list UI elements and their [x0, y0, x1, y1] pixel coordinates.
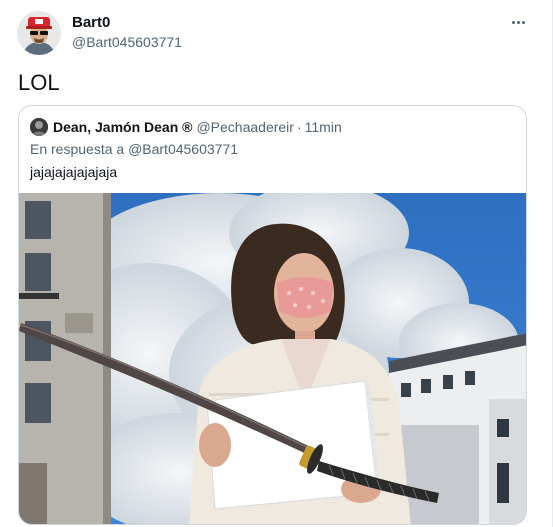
- separator-dot: ·: [296, 119, 302, 135]
- dot: [511, 20, 515, 24]
- quoted-tweet-header: Dean, Jamón Dean ® @Pechaadereir · 11min: [30, 118, 342, 136]
- quoted-tweet-text: jajajajajajajaja: [30, 164, 118, 180]
- author-avatar[interactable]: [17, 11, 61, 55]
- quoted-tweet[interactable]: Dean, Jamón Dean ® @Pechaadereir · 11min…: [18, 105, 527, 525]
- quoted-author-handle[interactable]: @Pechaadereir: [196, 119, 294, 135]
- reply-handle[interactable]: @Bart045603771: [128, 141, 238, 157]
- reply-prefix: En respuesta a: [30, 141, 125, 157]
- quoted-author-name[interactable]: Dean, Jamón Dean ®: [53, 119, 192, 135]
- dot: [516, 20, 520, 24]
- more-horizontal-icon[interactable]: [506, 12, 530, 32]
- quoted-author-avatar[interactable]: [30, 118, 48, 136]
- quoted-tweet-time[interactable]: 11min: [305, 119, 342, 135]
- tweet-card[interactable]: Bart0 @Bart045603771 LOL Dean, Jamón Dea…: [0, 0, 553, 527]
- dot: [521, 20, 525, 24]
- tweet-text: LOL: [18, 70, 60, 95]
- reply-context: En respuesta a @Bart045603771: [30, 140, 238, 158]
- author-name[interactable]: Bart0: [72, 14, 110, 32]
- quoted-tweet-photo[interactable]: [19, 193, 526, 524]
- author-handle[interactable]: @Bart045603771: [72, 33, 182, 51]
